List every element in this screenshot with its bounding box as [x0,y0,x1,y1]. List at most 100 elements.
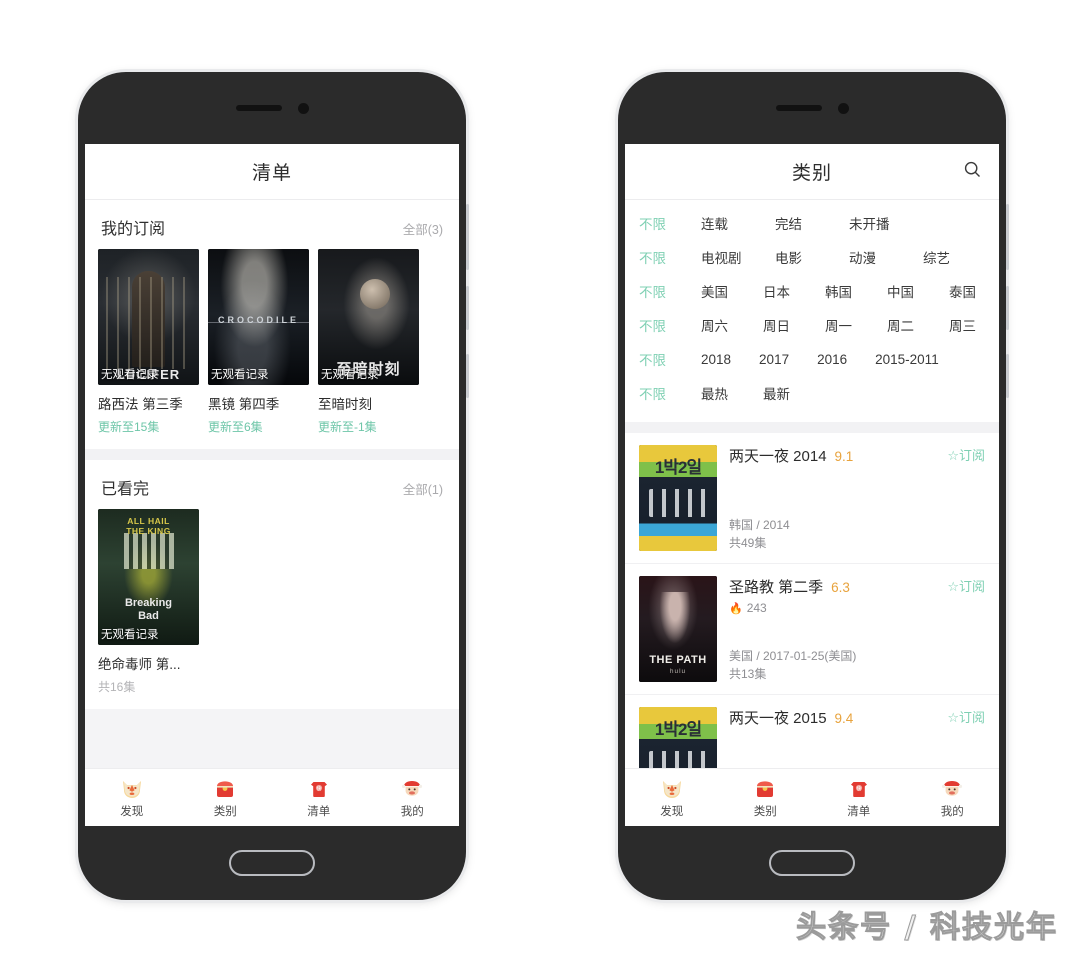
filter-any-year[interactable]: 不限 [639,349,701,369]
search-icon[interactable] [962,159,983,185]
section-divider [625,422,999,433]
phone-top-bezel-left [78,72,466,144]
item-title: 路西法 第三季 [98,397,183,412]
subscribe-button[interactable]: ☆订阅 [947,576,985,595]
filter-option[interactable]: 最热 [701,383,763,403]
home-button[interactable] [769,850,855,876]
filter-option[interactable]: 日本 [763,281,825,301]
finished-poster-row: ALL HAIL THE KING Breaking Bad 无观看记录 绝命毒师 … [85,509,459,709]
poster-network-text: hulu [669,668,687,675]
filter-option[interactable]: 最新 [763,383,825,403]
tab-mine[interactable]: 我的 [366,776,460,819]
filter-option[interactable]: 周三 [949,315,999,335]
filter-option[interactable]: 2017 [759,352,789,367]
filter-option[interactable]: 周日 [763,315,825,335]
filter-option[interactable]: 周一 [825,315,887,335]
filter-option[interactable]: 连载 [701,213,775,233]
filter-option[interactable]: 周二 [887,315,949,335]
section-my-subscriptions: 我的订阅 全部(3) LUCIFER 无观看记录 路西法 第三季 更新至15集 [85,200,459,449]
volume-up-button[interactable] [466,286,469,330]
poster-thumbnail[interactable]: ALL HAIL THE KING Breaking Bad 无观看记录 [98,509,199,645]
section-see-all-link[interactable]: 全部(3) [403,219,443,238]
fox-face-icon [85,776,179,802]
filter-any-status[interactable]: 不限 [639,213,701,233]
tab-category[interactable]: 类别 [719,776,813,819]
volume-up-button[interactable] [1006,286,1009,330]
tab-discover[interactable]: 发现 [625,776,719,819]
volume-down-button[interactable] [1006,354,1009,398]
section-header: 我的订阅 全部(3) [85,200,459,249]
flame-icon: 🔥 [729,602,743,615]
front-camera-icon [297,102,309,114]
section-see-all-link[interactable]: 全部(1) [403,479,443,498]
tab-list[interactable]: 快 清单 [812,776,906,819]
filter-options: 2018 2017 2016 2015-2011 [701,352,985,367]
filter-any-sort[interactable]: 不限 [639,383,701,403]
list-item[interactable]: CROCODILE 无观看记录 黑镜 第四季 更新至6集 [208,249,309,435]
content-scroll-right[interactable]: 不限 连载 完结 未开播 不限 电视剧 电影 动漫 综艺 不限 美国 日本 韩国… [625,200,999,768]
poster-thumbnail[interactable]: 1박2일 [639,707,717,768]
santa-face-icon [366,776,460,802]
tab-category[interactable]: 类别 [179,776,273,819]
power-button[interactable] [1006,204,1009,270]
item-title: 绝命毒师 第... [98,657,181,672]
filter-option[interactable]: 韩国 [825,281,887,301]
power-button[interactable] [466,204,469,270]
filter-options: 最热 最新 [701,383,985,403]
filter-option[interactable]: 中国 [887,281,949,301]
poster-thumbnail[interactable]: CROCODILE 无观看记录 [208,249,309,385]
poster-logo-text: CROCODILE [218,315,299,325]
section-divider [85,449,459,460]
section-finished-watching: 已看完 全部(1) ALL HAIL THE KING Breaking Bad 无… [85,460,459,709]
red-envelope-fu-icon: 快 [272,776,366,802]
filter-option[interactable]: 未开播 [849,213,923,233]
tab-label: 类别 [753,806,777,818]
filter-option[interactable]: 动漫 [849,247,923,267]
list-item[interactable]: 1박2일 两天一夜 2015 9.4 ☆订阅 [625,694,999,768]
filter-option[interactable]: 完结 [775,213,849,233]
filter-option[interactable]: 2016 [817,352,847,367]
list-item[interactable]: ALL HAIL THE KING Breaking Bad 无观看记录 绝命毒师 … [98,509,199,695]
red-packet-icon [179,776,273,802]
tab-mine[interactable]: 我的 [906,776,1000,819]
list-item[interactable]: THE PATH hulu 圣路教 第二季 6.3 🔥 243 美国 / 201… [625,563,999,694]
list-item-body: 两天一夜 2015 9.4 ☆订阅 [729,707,985,768]
home-button[interactable] [229,850,315,876]
filter-row-status: 不限 连载 完结 未开播 [625,206,999,240]
filter-any-type[interactable]: 不限 [639,247,701,267]
subscribe-button[interactable]: ☆订阅 [947,445,985,464]
tab-label: 发现 [120,806,144,818]
filter-option[interactable]: 电视剧 [701,247,775,267]
poster-thumbnail[interactable]: LUCIFER 无观看记录 [98,249,199,385]
tab-label: 发现 [660,806,684,818]
appbar-right: 类别 [625,144,999,200]
filter-any-weekday[interactable]: 不限 [639,315,701,335]
subscribe-button[interactable]: ☆订阅 [947,707,985,726]
filter-option[interactable]: 2018 [701,352,731,367]
filter-option[interactable]: 美国 [701,281,763,301]
list-item[interactable]: 至暗时刻 无观看记录 至暗时刻 更新至-1集 [318,249,419,435]
tab-list[interactable]: 快 清单 [272,776,366,819]
poster-thumbnail[interactable]: 1박2일 [639,445,717,551]
filter-option[interactable]: 泰国 [949,281,999,301]
filter-option[interactable]: 电影 [775,247,849,267]
svg-text:快: 快 [857,785,862,792]
filter-option[interactable]: 周六 [701,315,763,335]
tab-discover[interactable]: 发现 [85,776,179,819]
appbar-left: 清单 [85,144,459,200]
list-item[interactable]: 1박2일 两天一夜 2014 9.1 韩国 / 2014 共49集 ☆订阅 [625,433,999,563]
page-title: 类别 [791,163,832,184]
watermark-text: 头条号 / 科技光年 [796,910,1058,946]
page-title: 清单 [251,163,292,184]
volume-down-button[interactable] [466,354,469,398]
list-item[interactable]: LUCIFER 无观看记录 路西法 第三季 更新至15集 [98,249,199,435]
popularity-count: 🔥 243 [729,601,985,615]
poster-thumbnail[interactable]: 至暗时刻 无观看记录 [318,249,419,385]
filter-option[interactable]: 2015-2011 [875,352,939,367]
content-scroll-left[interactable]: 我的订阅 全部(3) LUCIFER 无观看记录 路西法 第三季 更新至15集 [85,200,459,768]
filter-option[interactable]: 综艺 [923,247,997,267]
list-item-body: 圣路教 第二季 6.3 🔥 243 美国 / 2017-01-25(美国) 共1… [729,576,985,682]
list-item-body: 两天一夜 2014 9.1 韩国 / 2014 共49集 ☆订阅 [729,445,985,551]
filter-any-country[interactable]: 不限 [639,281,701,301]
poster-thumbnail[interactable]: THE PATH hulu [639,576,717,682]
